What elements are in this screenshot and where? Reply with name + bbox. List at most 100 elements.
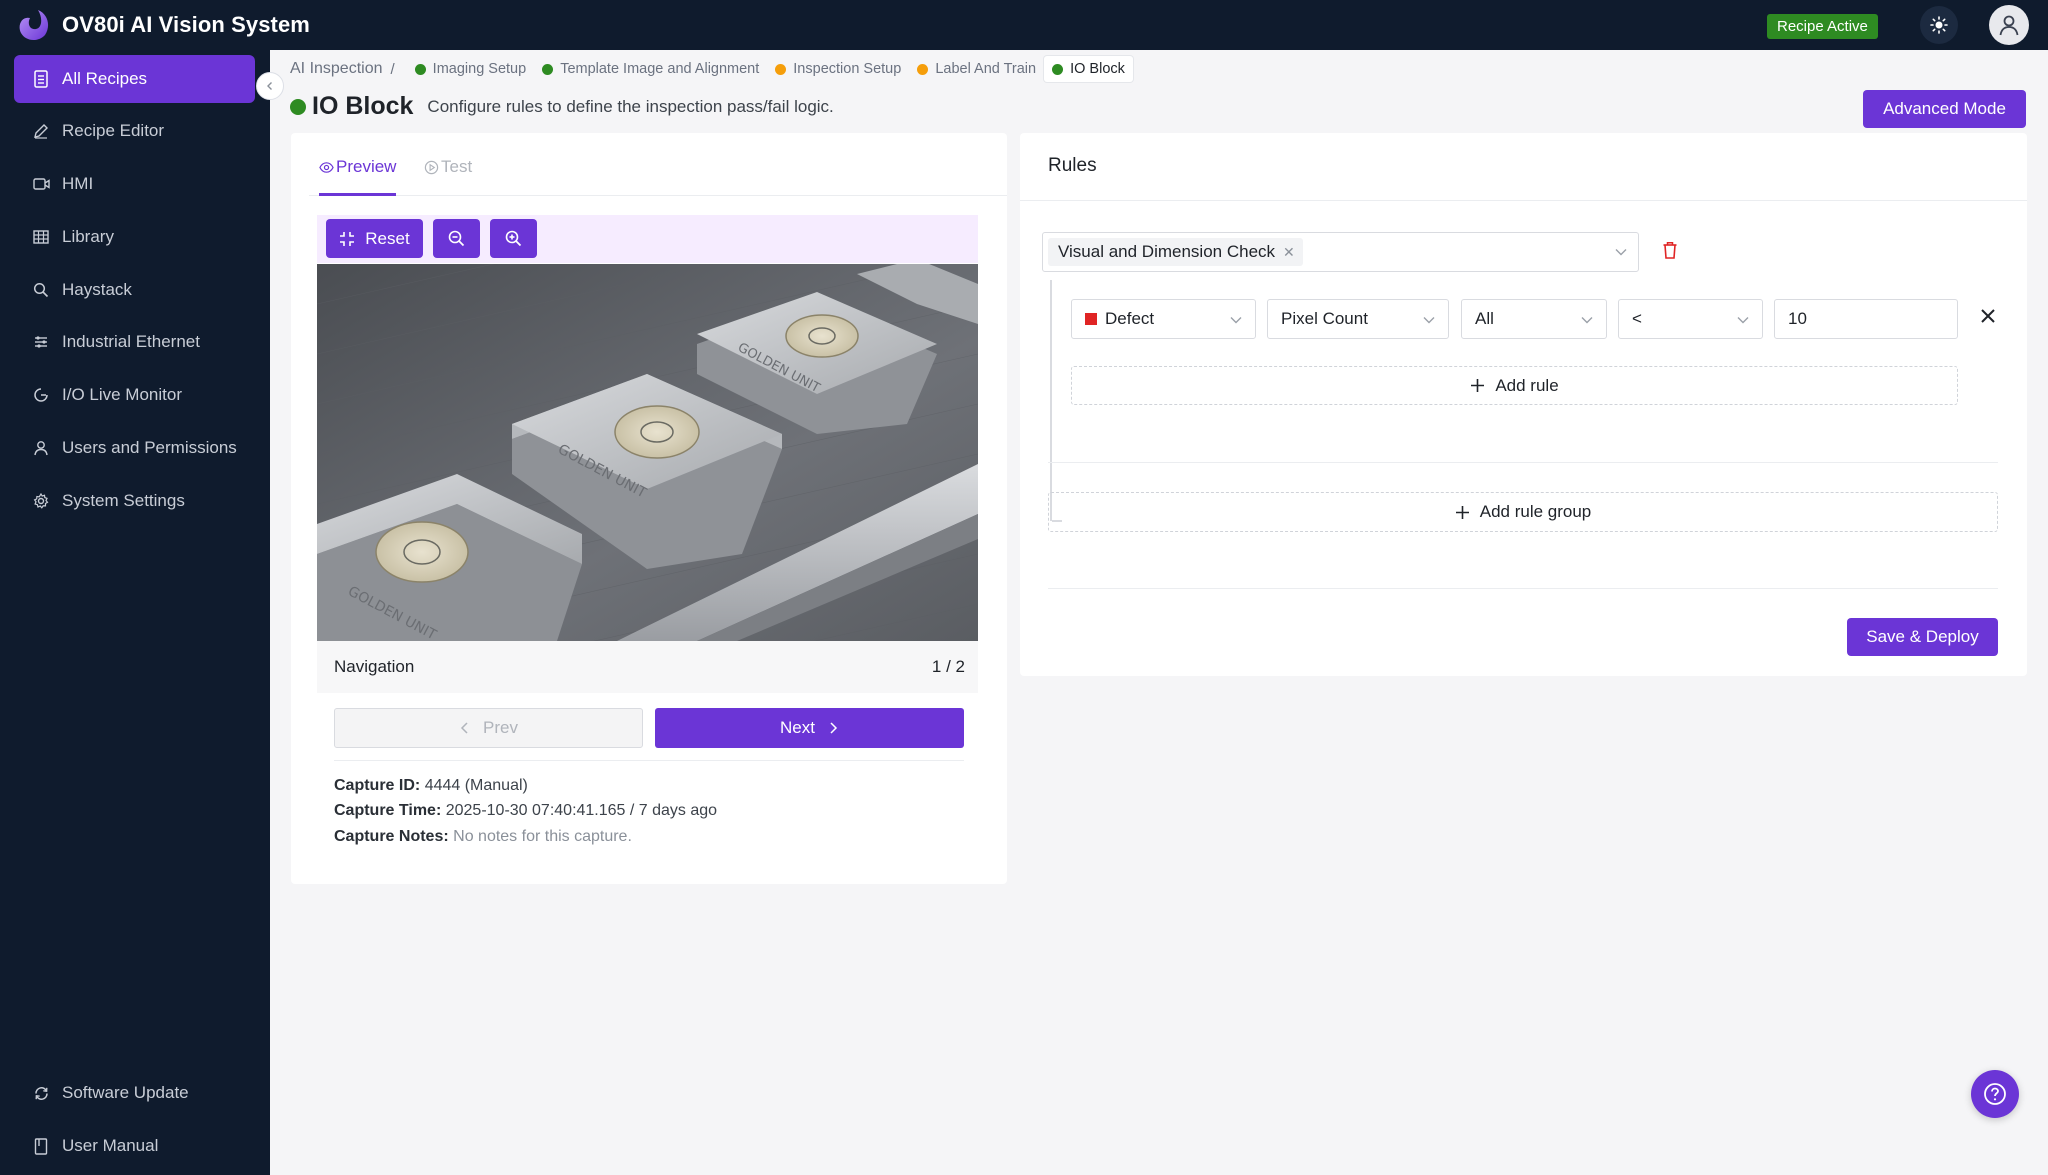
metric-select[interactable]: Pixel Count — [1267, 299, 1449, 339]
class-value: Defect — [1105, 309, 1155, 328]
sidebar-item-software-update[interactable]: Software Update — [14, 1069, 255, 1117]
sidebar-item-all-recipes[interactable]: All Recipes — [14, 55, 255, 103]
sidebar: All Recipes Recipe Editor HMI Library Ha… — [0, 50, 270, 1175]
recipe-status-badge: Recipe Active — [1767, 14, 1878, 39]
zoom-out-icon — [448, 230, 465, 247]
add-rule-group-button[interactable]: Add rule group — [1048, 492, 1998, 532]
app-logo-icon — [19, 10, 49, 41]
sidebar-item-user-manual[interactable]: User Manual — [14, 1122, 255, 1170]
capture-time-label: Capture Time: — [334, 802, 442, 819]
chevron-left-icon — [267, 82, 272, 90]
step-imaging-setup[interactable]: Imaging Setup — [407, 56, 535, 82]
plus-icon — [1455, 505, 1469, 519]
image-toolbar: Reset — [317, 215, 978, 263]
top-bar: OV80i AI Vision System Recipe Active — [0, 0, 2048, 50]
tag-remove-icon[interactable]: ✕ — [1283, 244, 1295, 261]
reset-button[interactable]: Reset — [326, 219, 423, 258]
sidebar-item-io-live-monitor[interactable]: I/O Live Monitor — [14, 371, 255, 419]
chevron-down-icon — [1737, 317, 1749, 324]
sidebar-item-recipe-editor[interactable]: Recipe Editor — [14, 107, 255, 155]
sun-icon — [1930, 16, 1948, 34]
user-icon — [32, 439, 50, 457]
sidebar-item-label: HMI — [62, 174, 94, 193]
page-header: IO Block Configure rules to define the i… — [290, 92, 834, 121]
document-icon — [32, 70, 50, 88]
theme-toggle-button[interactable] — [1920, 6, 1958, 44]
step-inspection-setup[interactable]: Inspection Setup — [767, 56, 909, 82]
add-rule-label: Add rule — [1495, 375, 1559, 395]
group-tag-label: Visual and Dimension Check — [1058, 242, 1276, 261]
add-group-label: Add rule group — [1479, 502, 1592, 521]
video-icon — [32, 175, 50, 193]
sidebar-item-library[interactable]: Library — [14, 213, 255, 261]
breadcrumb-root[interactable]: AI Inspection — [290, 60, 383, 78]
eye-icon — [319, 161, 334, 173]
search-icon — [32, 281, 50, 299]
table-icon — [32, 228, 50, 246]
chevron-down-icon — [1230, 317, 1242, 324]
delete-group-icon[interactable] — [1662, 241, 1678, 260]
help-button[interactable] — [1971, 1070, 2019, 1118]
rules-title: Rules — [1048, 155, 1097, 176]
tab-test[interactable]: Test — [424, 157, 472, 177]
rule-group-select[interactable]: Visual and Dimension Check ✕ — [1042, 232, 1639, 272]
operator-select[interactable]: < — [1618, 299, 1763, 339]
sidebar-item-label: System Settings — [62, 491, 185, 510]
capture-id: Capture ID: 4444 (Manual) — [334, 777, 528, 795]
threshold-value: 10 — [1788, 309, 1807, 328]
class-select[interactable]: Defect — [1071, 299, 1256, 339]
page-description: Configure rules to define the inspection… — [427, 96, 834, 116]
gauge-icon — [32, 386, 50, 404]
ethernet-icon — [32, 333, 50, 351]
class-color-swatch — [1085, 313, 1097, 325]
step-label: IO Block — [1070, 61, 1125, 77]
tab-preview[interactable]: Preview — [319, 157, 396, 177]
sidebar-item-hmi[interactable]: HMI — [14, 160, 255, 208]
divider — [1048, 588, 1998, 589]
step-template-image-and-alignment[interactable]: Template Image and Alignment — [534, 56, 767, 82]
zoom-out-button[interactable] — [433, 219, 480, 258]
sidebar-item-users-and-permissions[interactable]: Users and Permissions — [14, 424, 255, 472]
add-rule-button[interactable]: Add rule — [1071, 366, 1958, 405]
rule-tree-line — [1050, 280, 1052, 521]
step-label: Template Image and Alignment — [560, 61, 760, 77]
threshold-input[interactable]: 10 — [1774, 299, 1958, 339]
metric-value: Pixel Count — [1281, 309, 1368, 328]
shrink-icon — [340, 231, 355, 246]
divider — [334, 760, 964, 761]
navigation-label: Navigation — [334, 657, 415, 676]
user-menu-button[interactable] — [1989, 5, 2029, 45]
sidebar-item-label: Industrial Ethernet — [62, 332, 200, 351]
step-io-block[interactable]: IO Block — [1044, 56, 1133, 82]
step-label: Inspection Setup — [793, 61, 902, 77]
rules-panel: Rules Visual and Dimension Check ✕ Defec… — [1020, 133, 2027, 676]
next-button[interactable]: Next — [655, 708, 964, 748]
operator-value: < — [1632, 309, 1642, 328]
sidebar-item-label: I/O Live Monitor — [62, 385, 182, 404]
sidebar-item-label: Haystack — [62, 280, 132, 299]
remove-rule-icon[interactable] — [1980, 308, 1996, 324]
capture-image[interactable]: GOLDEN UNIT GOLDEN UNIT GOLDEN UNIT — [317, 264, 978, 641]
chevron-down-icon — [1581, 317, 1593, 324]
tab-label: Preview — [336, 157, 397, 176]
prev-button[interactable]: Prev — [334, 708, 643, 748]
pencil-icon — [32, 122, 50, 140]
sidebar-collapse-button[interactable] — [256, 72, 284, 100]
zoom-in-icon — [505, 230, 522, 247]
sidebar-item-label: User Manual — [62, 1136, 159, 1155]
chevron-left-icon — [460, 722, 468, 734]
page-indicator: 1 / 2 — [931, 657, 965, 676]
sidebar-item-label: Users and Permissions — [62, 438, 237, 457]
advanced-mode-button[interactable]: Advanced Mode — [1863, 90, 2026, 128]
step-label-and-train[interactable]: Label And Train — [909, 56, 1044, 82]
sidebar-item-system-settings[interactable]: System Settings — [14, 477, 255, 525]
divider — [1048, 462, 1998, 463]
sidebar-item-industrial-ethernet[interactable]: Industrial Ethernet — [14, 318, 255, 366]
status-dot — [1052, 63, 1064, 75]
status-dot — [775, 63, 787, 75]
active-tab-indicator — [319, 193, 396, 196]
sidebar-item-haystack[interactable]: Haystack — [14, 266, 255, 314]
zoom-in-button[interactable] — [490, 219, 537, 258]
scope-select[interactable]: All — [1461, 299, 1607, 339]
save-deploy-button[interactable]: Save & Deploy — [1847, 618, 1998, 656]
